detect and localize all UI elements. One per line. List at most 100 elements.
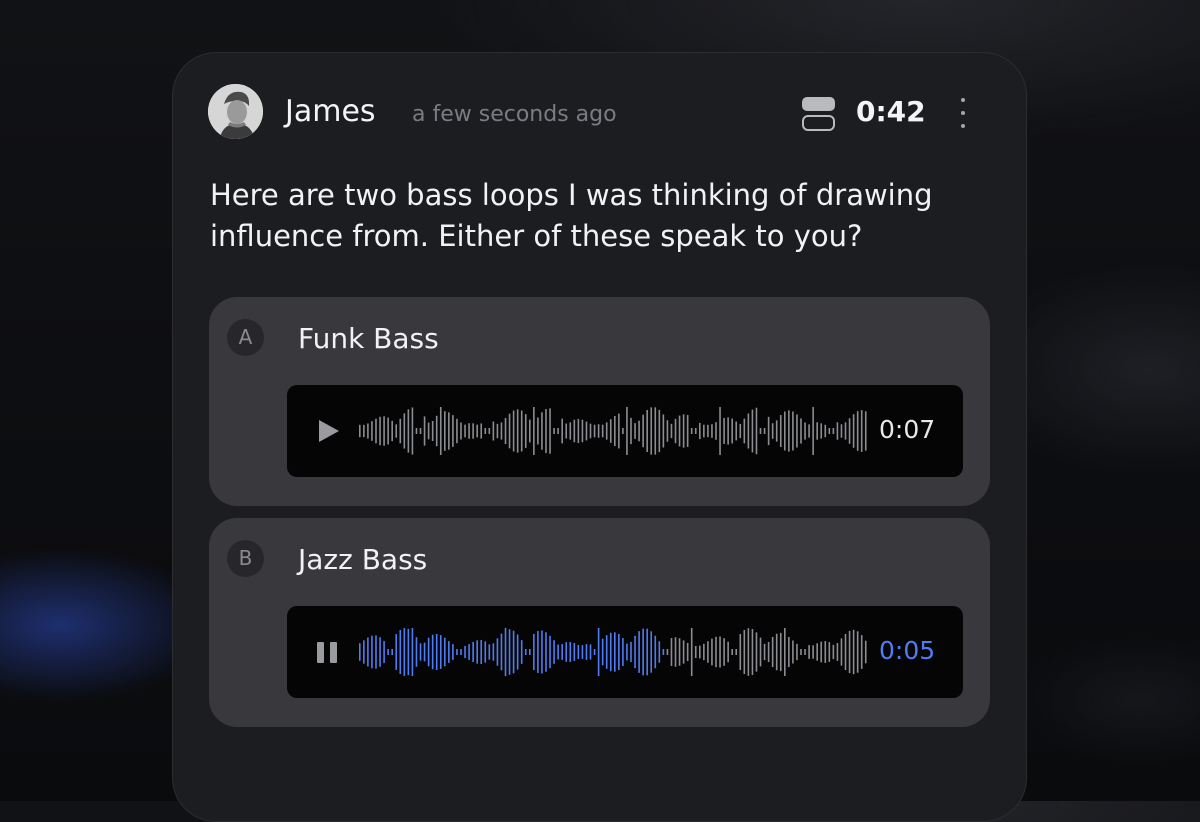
waveform-bar bbox=[650, 407, 653, 455]
waveform-bar bbox=[828, 428, 831, 434]
waveform-bar bbox=[699, 645, 701, 659]
option-a[interactable]: A Funk Bass 0:07 bbox=[209, 297, 990, 506]
waveform-bar bbox=[573, 643, 576, 661]
waveform-bar bbox=[820, 641, 823, 663]
waveform-bar bbox=[508, 629, 511, 675]
waveform-bar bbox=[674, 418, 677, 444]
waveform-bar bbox=[763, 643, 766, 661]
waveform-bar bbox=[824, 641, 827, 663]
waveform-bar bbox=[565, 423, 568, 439]
waveform-bar bbox=[359, 424, 361, 438]
waveform-bar bbox=[771, 636, 774, 668]
waveform[interactable] bbox=[359, 626, 869, 678]
message-text: Here are two bass loops I was thinking o… bbox=[210, 178, 933, 253]
track-time: 0:05 bbox=[879, 636, 936, 665]
waveform-bar bbox=[638, 631, 640, 673]
waveform-bar bbox=[593, 649, 596, 655]
waveform-bar bbox=[383, 416, 385, 446]
waveform-bar bbox=[840, 424, 843, 438]
waveform-bar bbox=[634, 635, 636, 669]
waveform-bar bbox=[448, 412, 450, 450]
waveform-bar bbox=[423, 416, 426, 446]
track-time: 0:07 bbox=[879, 415, 936, 444]
waveform-bar bbox=[419, 428, 422, 434]
waveform-bar bbox=[541, 412, 543, 450]
waveform-bar bbox=[387, 649, 389, 655]
waveform-bar bbox=[800, 649, 802, 655]
waveform-bar bbox=[727, 641, 729, 663]
waveform-bar bbox=[618, 634, 620, 670]
waveform-bar bbox=[860, 635, 863, 669]
waveform-bar bbox=[715, 636, 717, 668]
waveform-bar bbox=[435, 633, 438, 671]
waveform-bar bbox=[735, 421, 738, 441]
waveform-bar bbox=[553, 640, 555, 664]
waveform-bar bbox=[553, 428, 555, 434]
waveform-bar bbox=[561, 644, 563, 660]
waveform-bar bbox=[577, 418, 580, 444]
waveform-bar bbox=[472, 641, 474, 663]
waveform-bar bbox=[448, 641, 450, 663]
waveform-bar bbox=[614, 632, 616, 672]
waveform-bar bbox=[399, 418, 402, 444]
waveform-bar bbox=[496, 638, 499, 666]
waveform-bar bbox=[731, 649, 733, 655]
layout-toggle-icon[interactable] bbox=[802, 97, 835, 131]
waveform-bar bbox=[488, 428, 491, 434]
waveform-bar bbox=[379, 637, 381, 667]
audio-player: 0:05 bbox=[287, 606, 963, 698]
waveform-bar bbox=[743, 418, 746, 444]
waveform-bar bbox=[561, 418, 563, 444]
waveform-bar bbox=[585, 421, 588, 441]
waveform-bar bbox=[751, 629, 754, 675]
waveform-bar bbox=[735, 649, 738, 655]
waveform-bar bbox=[832, 428, 835, 434]
waveform-bar bbox=[711, 638, 713, 666]
waveform-bar bbox=[476, 424, 478, 438]
waveform-bar bbox=[707, 641, 709, 663]
waveform-bar bbox=[808, 424, 810, 438]
waveform-bar bbox=[654, 407, 657, 455]
waveform-bar bbox=[852, 629, 855, 675]
waveform-bar bbox=[626, 643, 628, 661]
waveform-bar bbox=[719, 407, 721, 455]
waveform-bar bbox=[549, 635, 551, 669]
waveform-bar bbox=[690, 428, 693, 434]
waveform-bar bbox=[557, 428, 559, 434]
waveform-bar bbox=[699, 422, 701, 440]
waveform-bar bbox=[812, 407, 814, 455]
waveform-bar bbox=[707, 424, 709, 438]
option-title: Funk Bass bbox=[298, 322, 439, 355]
waveform-bar bbox=[796, 643, 798, 661]
play-icon[interactable] bbox=[319, 420, 339, 442]
waveform-bar bbox=[678, 415, 681, 447]
waveform-bar bbox=[472, 423, 474, 439]
waveform-bar bbox=[605, 422, 608, 440]
waveform-bar bbox=[682, 640, 685, 664]
pause-icon[interactable] bbox=[317, 642, 339, 663]
waveform-bar bbox=[415, 428, 418, 434]
waveform-bar bbox=[820, 423, 823, 439]
waveform-bar bbox=[516, 634, 519, 670]
waveform-bar bbox=[824, 424, 827, 438]
waveform-bar bbox=[743, 629, 746, 675]
waveform-bar bbox=[468, 644, 470, 660]
more-vertical-icon[interactable] bbox=[950, 93, 976, 133]
waveform-bar bbox=[711, 424, 713, 438]
waveform-bar bbox=[549, 408, 551, 454]
waveform-bar bbox=[731, 418, 733, 444]
option-b[interactable]: B Jazz Bass 0:05 bbox=[209, 518, 990, 727]
waveform-bar bbox=[804, 649, 806, 655]
waveform-bar bbox=[597, 424, 600, 438]
waveform-bar bbox=[529, 419, 531, 443]
waveform-bar bbox=[533, 407, 535, 455]
waveform-bar bbox=[468, 423, 470, 439]
waveform-bar bbox=[524, 649, 527, 655]
waveform-bar bbox=[492, 643, 495, 661]
waveform[interactable] bbox=[359, 405, 869, 457]
waveform-bar bbox=[504, 417, 507, 445]
waveform-bar bbox=[864, 411, 867, 451]
avatar[interactable] bbox=[208, 84, 263, 139]
waveform-bar bbox=[379, 416, 381, 446]
waveform-bar bbox=[856, 411, 859, 451]
